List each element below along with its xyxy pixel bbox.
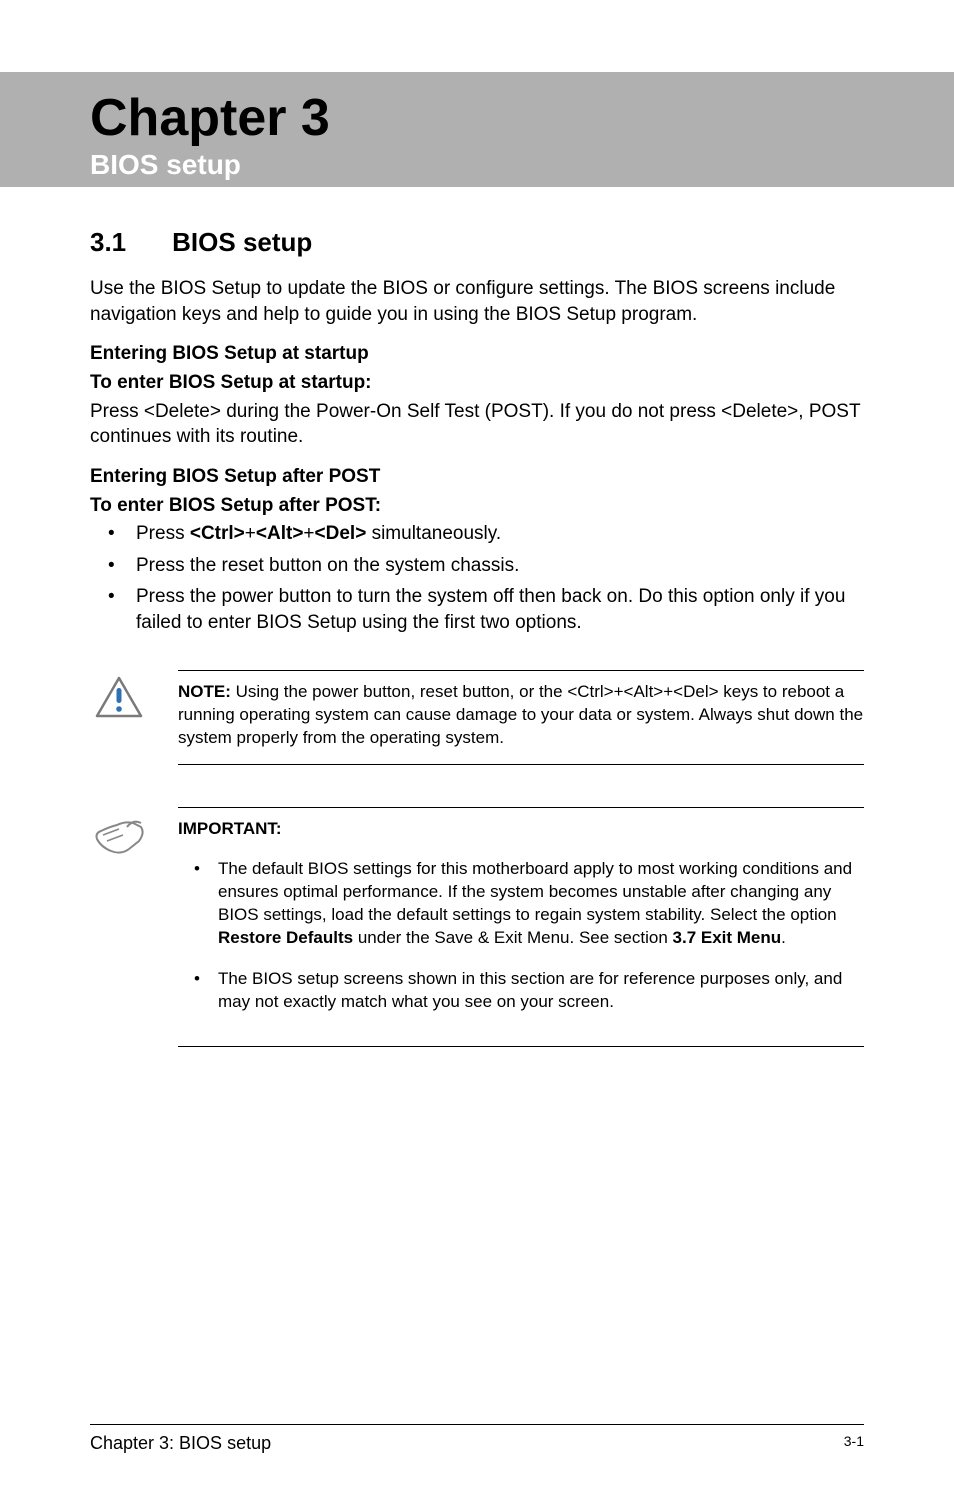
note-text: Using the power button, reset button, or… [178, 682, 863, 747]
bullet-text-suffix: simultaneously. [366, 523, 501, 544]
important-item: The BIOS setup screens shown in this sec… [178, 968, 864, 1014]
after-post-heading-2: To enter BIOS Setup after POST: [90, 493, 864, 520]
footer-right: 3-1 [844, 1433, 864, 1454]
bullet-text-mid: + [245, 523, 256, 544]
note-callout: NOTE: Using the power button, reset butt… [90, 670, 864, 765]
important-item-bold: Restore Defaults [218, 928, 353, 947]
after-post-heading-1: Entering BIOS Setup after POST [90, 464, 864, 491]
important-item-bold: 3.7 Exit Menu [673, 928, 782, 947]
note-body: NOTE: Using the power button, reset butt… [178, 670, 864, 765]
important-list: The default BIOS settings for this mothe… [178, 858, 864, 1014]
startup-heading-2: To enter BIOS Setup at startup: [90, 370, 864, 397]
bullet-text-bold: <Ctrl> [190, 523, 245, 544]
note-label: NOTE: [178, 682, 231, 701]
chapter-subtitle: BIOS setup [90, 149, 954, 181]
after-post-bullets: Press <Ctrl>+<Alt>+<Del> simultaneously.… [90, 521, 864, 636]
bullet-text-mid: + [303, 523, 314, 544]
important-item-text: under the Save & Exit Menu. See section [353, 928, 672, 947]
section-heading: 3.1 BIOS setup [90, 227, 864, 258]
bullet-text-bold: <Del> [315, 523, 367, 544]
chapter-header-band: Chapter 3 BIOS setup [0, 72, 954, 187]
page-footer: Chapter 3: BIOS setup 3-1 [90, 1424, 864, 1454]
page-content: 3.1 BIOS setup Use the BIOS Setup to upd… [0, 187, 954, 1047]
bullet-item: Press the power button to turn the syste… [90, 584, 864, 635]
important-label: IMPORTANT: [178, 819, 282, 838]
section-number: 3.1 [90, 227, 126, 258]
startup-heading-1: Entering BIOS Setup at startup [90, 341, 864, 368]
bullet-item: Press the reset button on the system cha… [90, 553, 864, 579]
warning-icon [90, 670, 148, 718]
important-body: IMPORTANT: The default BIOS settings for… [178, 807, 864, 1048]
bullet-text-bold: <Alt> [256, 523, 304, 544]
startup-body: Press <Delete> during the Power-On Self … [90, 399, 864, 450]
note-hand-icon [90, 807, 148, 857]
bullet-item: Press <Ctrl>+<Alt>+<Del> simultaneously. [90, 521, 864, 547]
chapter-title: Chapter 3 [90, 90, 954, 147]
important-item: The default BIOS settings for this mothe… [178, 858, 864, 950]
important-item-text: The default BIOS settings for this mothe… [218, 859, 852, 924]
section-name: BIOS setup [172, 227, 312, 258]
bullet-text-prefix: Press [136, 523, 190, 544]
intro-paragraph: Use the BIOS Setup to update the BIOS or… [90, 276, 864, 327]
important-callout: IMPORTANT: The default BIOS settings for… [90, 807, 864, 1048]
important-item-text: . [781, 928, 786, 947]
footer-left: Chapter 3: BIOS setup [90, 1433, 271, 1454]
